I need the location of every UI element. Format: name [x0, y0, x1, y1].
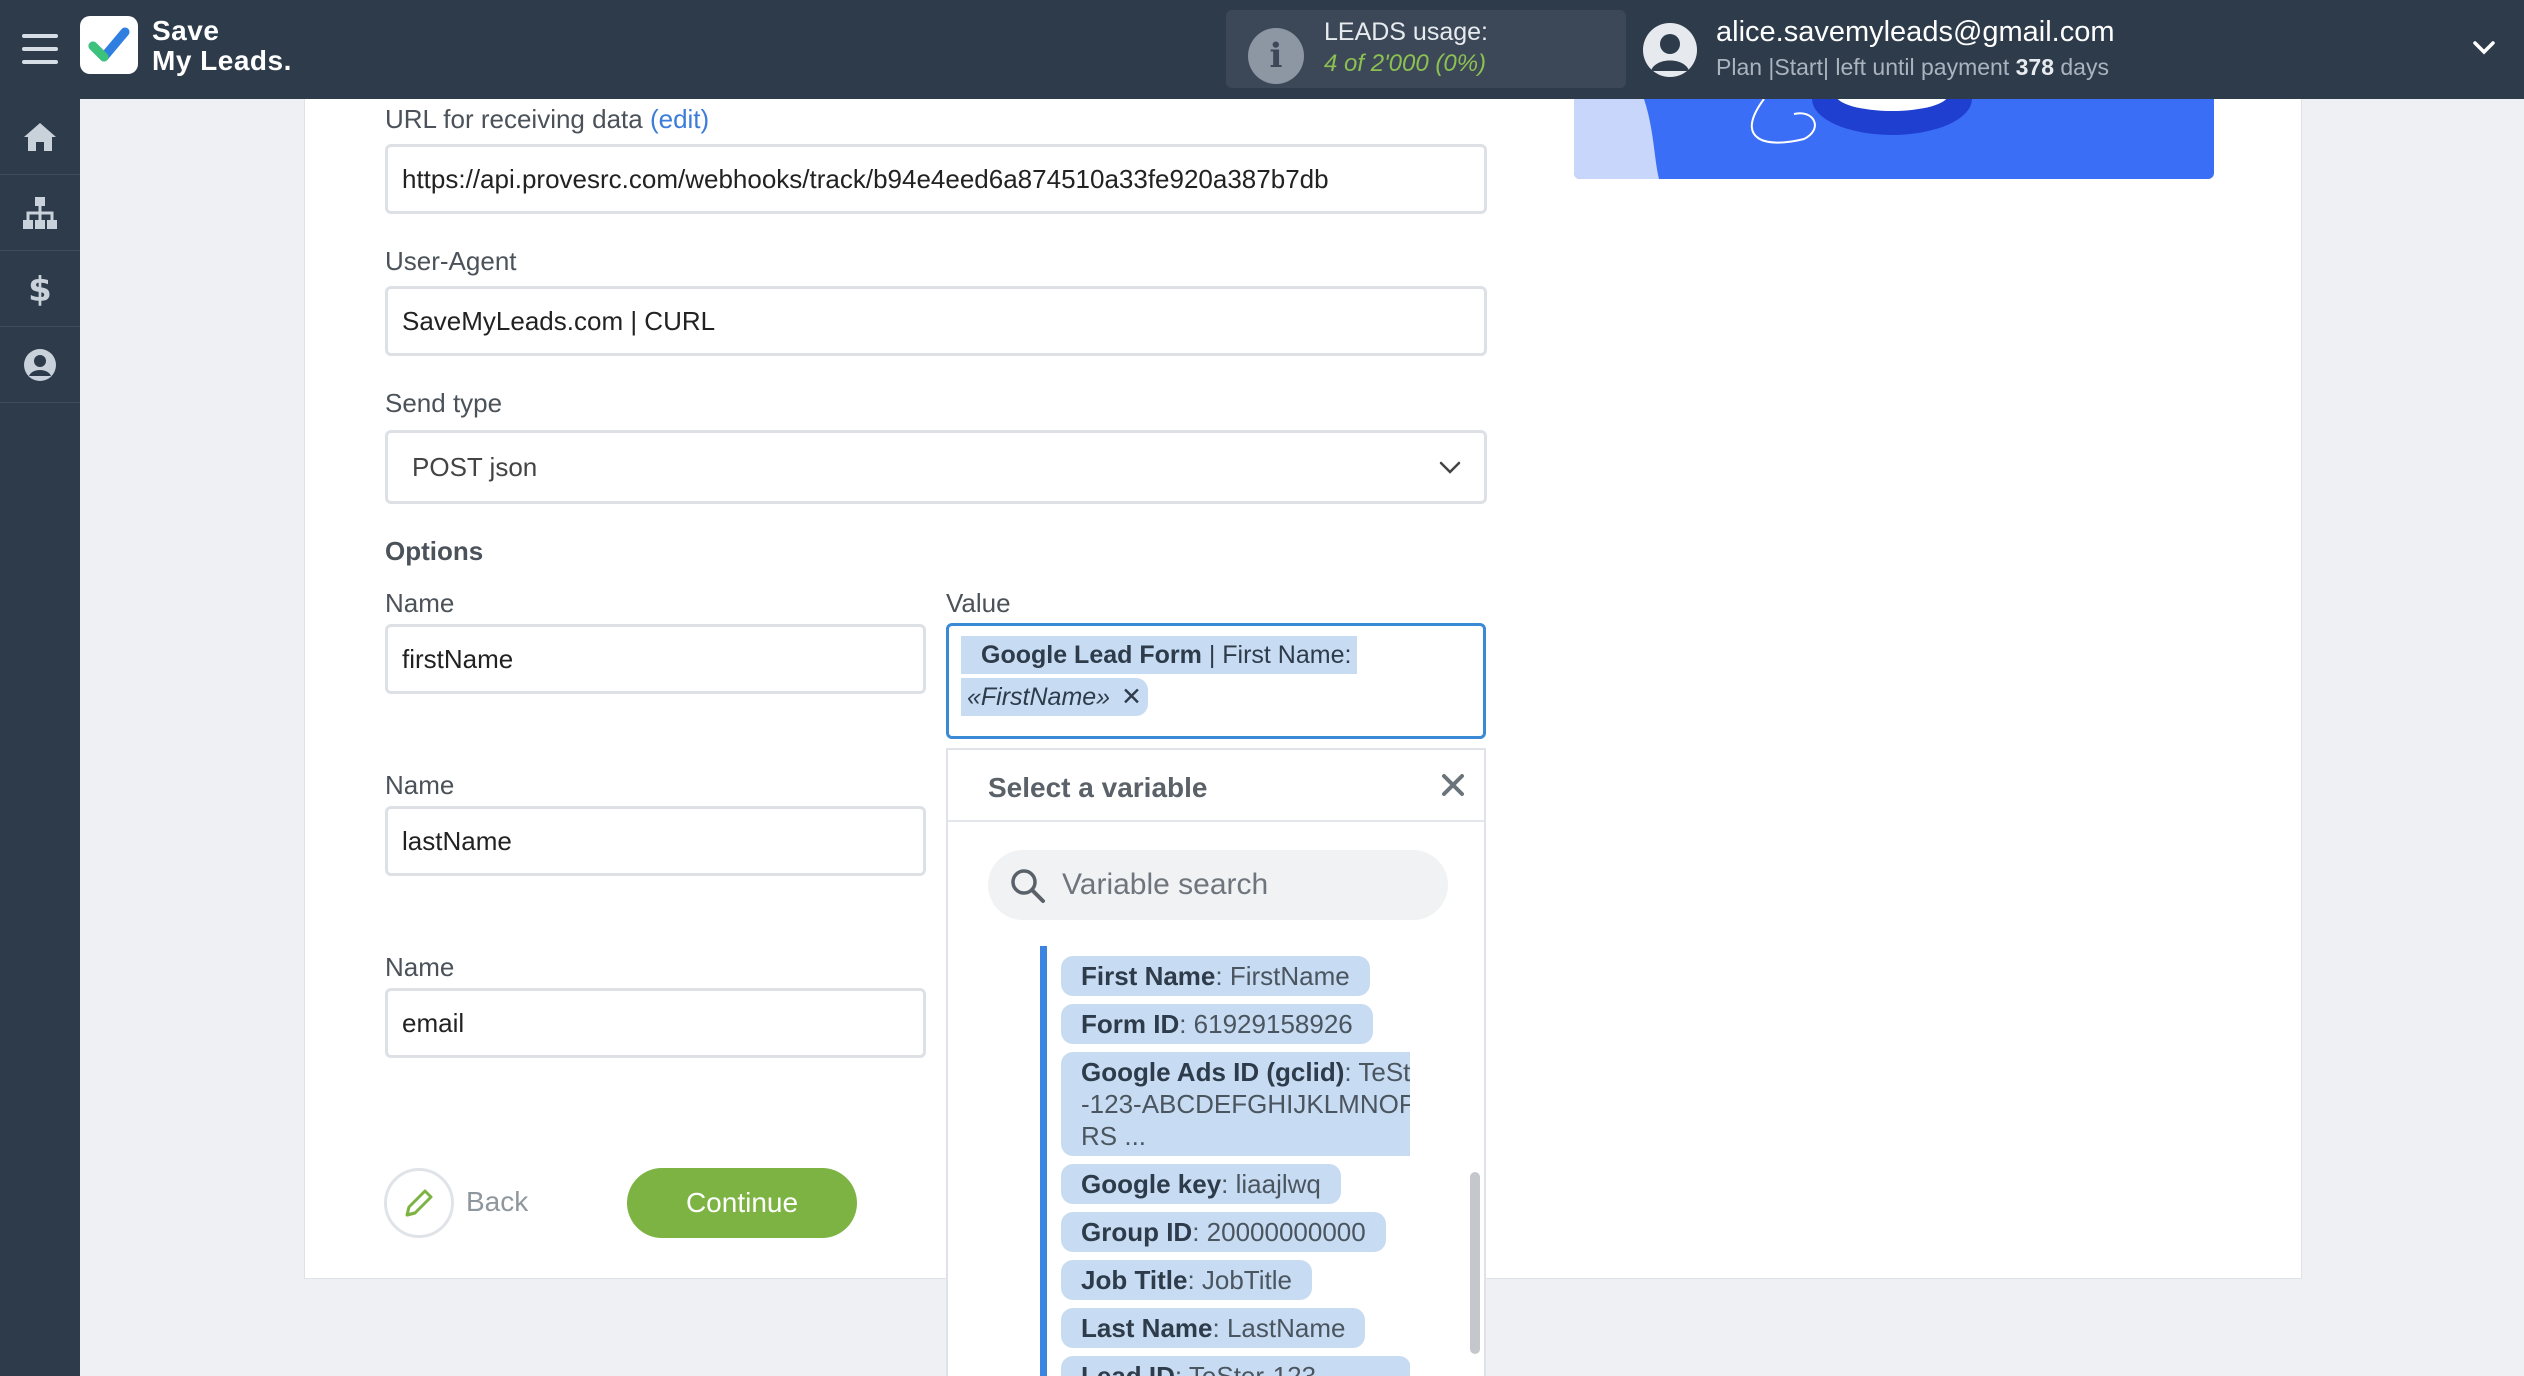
list-item[interactable]: Google key: liaajlwq — [1061, 1164, 1341, 1204]
logo-text: Save My Leads. — [152, 16, 292, 76]
variable-chip: Google Lead Form | First Name: — [961, 636, 1358, 674]
sidebar-item-account[interactable] — [0, 327, 80, 403]
top-bar: Save My Leads. i LEADS usage: 4 of 2'000… — [0, 0, 2524, 99]
url-edit-link[interactable]: (edit) — [650, 104, 709, 134]
send-type-value: POST json — [412, 452, 538, 482]
variable-chip-tail: «FirstName» ✕ — [961, 678, 1148, 716]
plan-text: Plan |Start| left until payment — [1716, 54, 2010, 80]
sidebar-item-billing[interactable]: $ — [0, 251, 80, 327]
url-label-row: URL for receiving data (edit) — [385, 104, 709, 135]
option-name-value: firstName — [402, 644, 514, 674]
option-name-field[interactable]: lastName — [385, 806, 926, 876]
variable-value: : 61929158926 — [1179, 1009, 1353, 1039]
list-item[interactable]: Google Ads ID (gclid): TeSter-123-ABCDEF… — [1061, 1052, 1410, 1156]
list-item[interactable]: Job Title: JobTitle — [1061, 1260, 1312, 1300]
info-icon: i — [1248, 28, 1304, 84]
variable-key: Last Name — [1081, 1313, 1213, 1343]
svg-text:$: $ — [28, 270, 52, 309]
user-agent-value: SaveMyLeads.com | CURL — [402, 306, 716, 336]
send-type-select[interactable]: POST json — [385, 430, 1487, 504]
url-label: URL for receiving data — [385, 104, 643, 134]
logo-icon — [80, 16, 138, 74]
option-name-field[interactable]: email — [385, 988, 926, 1058]
continue-button[interactable]: Continue — [627, 1168, 857, 1238]
variable-key: Job Title — [1081, 1265, 1188, 1295]
variable-value: : 20000000000 — [1192, 1217, 1366, 1247]
avatar[interactable] — [1643, 23, 1697, 77]
variable-key: First Name — [1081, 961, 1216, 991]
variable-search-box — [988, 850, 1448, 920]
logo-line2: My Leads. — [152, 45, 292, 76]
chevron-down-icon — [1439, 461, 1461, 474]
list-item[interactable]: Form ID: 61929158926 — [1061, 1004, 1373, 1044]
logo-line1: Save — [152, 15, 220, 46]
sitemap-icon — [23, 196, 57, 229]
variable-value: : TeSter-123 — [1174, 1361, 1317, 1376]
list-item[interactable]: Lead ID: TeSter-123 — [1061, 1356, 1410, 1376]
chip-variable: «FirstName» — [967, 683, 1111, 711]
plan-info: Plan |Start| left until payment 378 days — [1716, 54, 2109, 81]
usage-label: LEADS usage: — [1324, 18, 1488, 46]
variable-list: First Name: FirstName Form ID: 619291589… — [1040, 946, 1410, 1376]
option-name-value: lastName — [402, 826, 512, 856]
close-icon[interactable] — [1438, 770, 1468, 800]
chip-remove-icon[interactable]: ✕ — [1121, 683, 1142, 711]
options-label: Options — [385, 536, 484, 566]
variable-key: Google Ads ID (gclid) — [1081, 1057, 1345, 1087]
usage-rest: of 2'000 (0%) — [1344, 50, 1487, 77]
dollar-icon: $ — [28, 270, 52, 309]
variable-key: Form ID — [1081, 1009, 1180, 1039]
chevron-down-icon[interactable] — [2470, 34, 2498, 62]
menu-icon[interactable] — [22, 34, 58, 64]
leads-usage-box: i LEADS usage: 4 of 2'000 (0%) — [1226, 10, 1626, 88]
list-item[interactable]: Group ID: 20000000000 — [1061, 1212, 1386, 1252]
value-label: Value — [946, 588, 1011, 618]
usage-count: 4 — [1324, 50, 1338, 77]
name-label-1: Name — [385, 588, 455, 618]
option-value-field[interactable]: Google Lead Form | First Name: «FirstNam… — [946, 623, 1486, 739]
user-email: alice.savemyleads@gmail.com — [1716, 16, 2115, 48]
variable-value: : liaajlwq — [1221, 1169, 1321, 1199]
user-agent-label: User-Agent — [385, 246, 517, 276]
usage-value: 4 of 2'000 (0%) — [1324, 50, 1486, 78]
url-field[interactable]: https://api.provesrc.com/webhooks/track/… — [385, 144, 1487, 214]
chip-field: | First Name: — [1208, 641, 1352, 669]
option-name-field[interactable]: firstName — [385, 624, 926, 694]
variable-value: : FirstName — [1215, 961, 1350, 991]
dropdown-header: Select a variable — [948, 750, 1484, 822]
sidebar-item-home[interactable] — [0, 99, 80, 175]
variable-key: Group ID — [1081, 1217, 1193, 1247]
chip-source: Google Lead Form — [981, 641, 1202, 669]
dropdown-scrollbar[interactable] — [1470, 1172, 1480, 1354]
banner-illustration — [1574, 99, 2214, 179]
user-icon — [24, 348, 56, 381]
pencil-icon — [405, 1189, 433, 1217]
sidebar: $ — [0, 99, 80, 1376]
name-label-3: Name — [385, 952, 455, 982]
variable-value: : LastName — [1212, 1313, 1346, 1343]
variable-dropdown: Select a variable First Name: FirstName … — [946, 748, 1486, 1376]
url-value: https://api.provesrc.com/webhooks/track/… — [402, 164, 1329, 194]
name-label-2: Name — [385, 770, 455, 800]
dropdown-title: Select a variable — [988, 772, 1208, 803]
home-icon — [24, 122, 56, 151]
list-item[interactable]: First Name: FirstName — [1061, 956, 1370, 996]
variable-key: Google key — [1081, 1169, 1222, 1199]
search-icon — [1011, 869, 1045, 903]
variable-key: Lead ID — [1081, 1361, 1175, 1376]
variable-value: : JobTitle — [1187, 1265, 1292, 1295]
send-type-label: Send type — [385, 388, 503, 418]
plan-suffix: days — [2060, 54, 2109, 80]
back-label[interactable]: Back — [466, 1186, 528, 1218]
option-name-value: email — [402, 1008, 465, 1038]
plan-days: 378 — [2015, 54, 2054, 80]
list-item[interactable]: Last Name: LastName — [1061, 1308, 1366, 1348]
variable-search-input[interactable] — [1062, 862, 1432, 908]
user-agent-field[interactable]: SaveMyLeads.com | CURL — [385, 286, 1487, 356]
sidebar-item-connections[interactable] — [0, 175, 80, 251]
back-button[interactable] — [384, 1168, 454, 1238]
